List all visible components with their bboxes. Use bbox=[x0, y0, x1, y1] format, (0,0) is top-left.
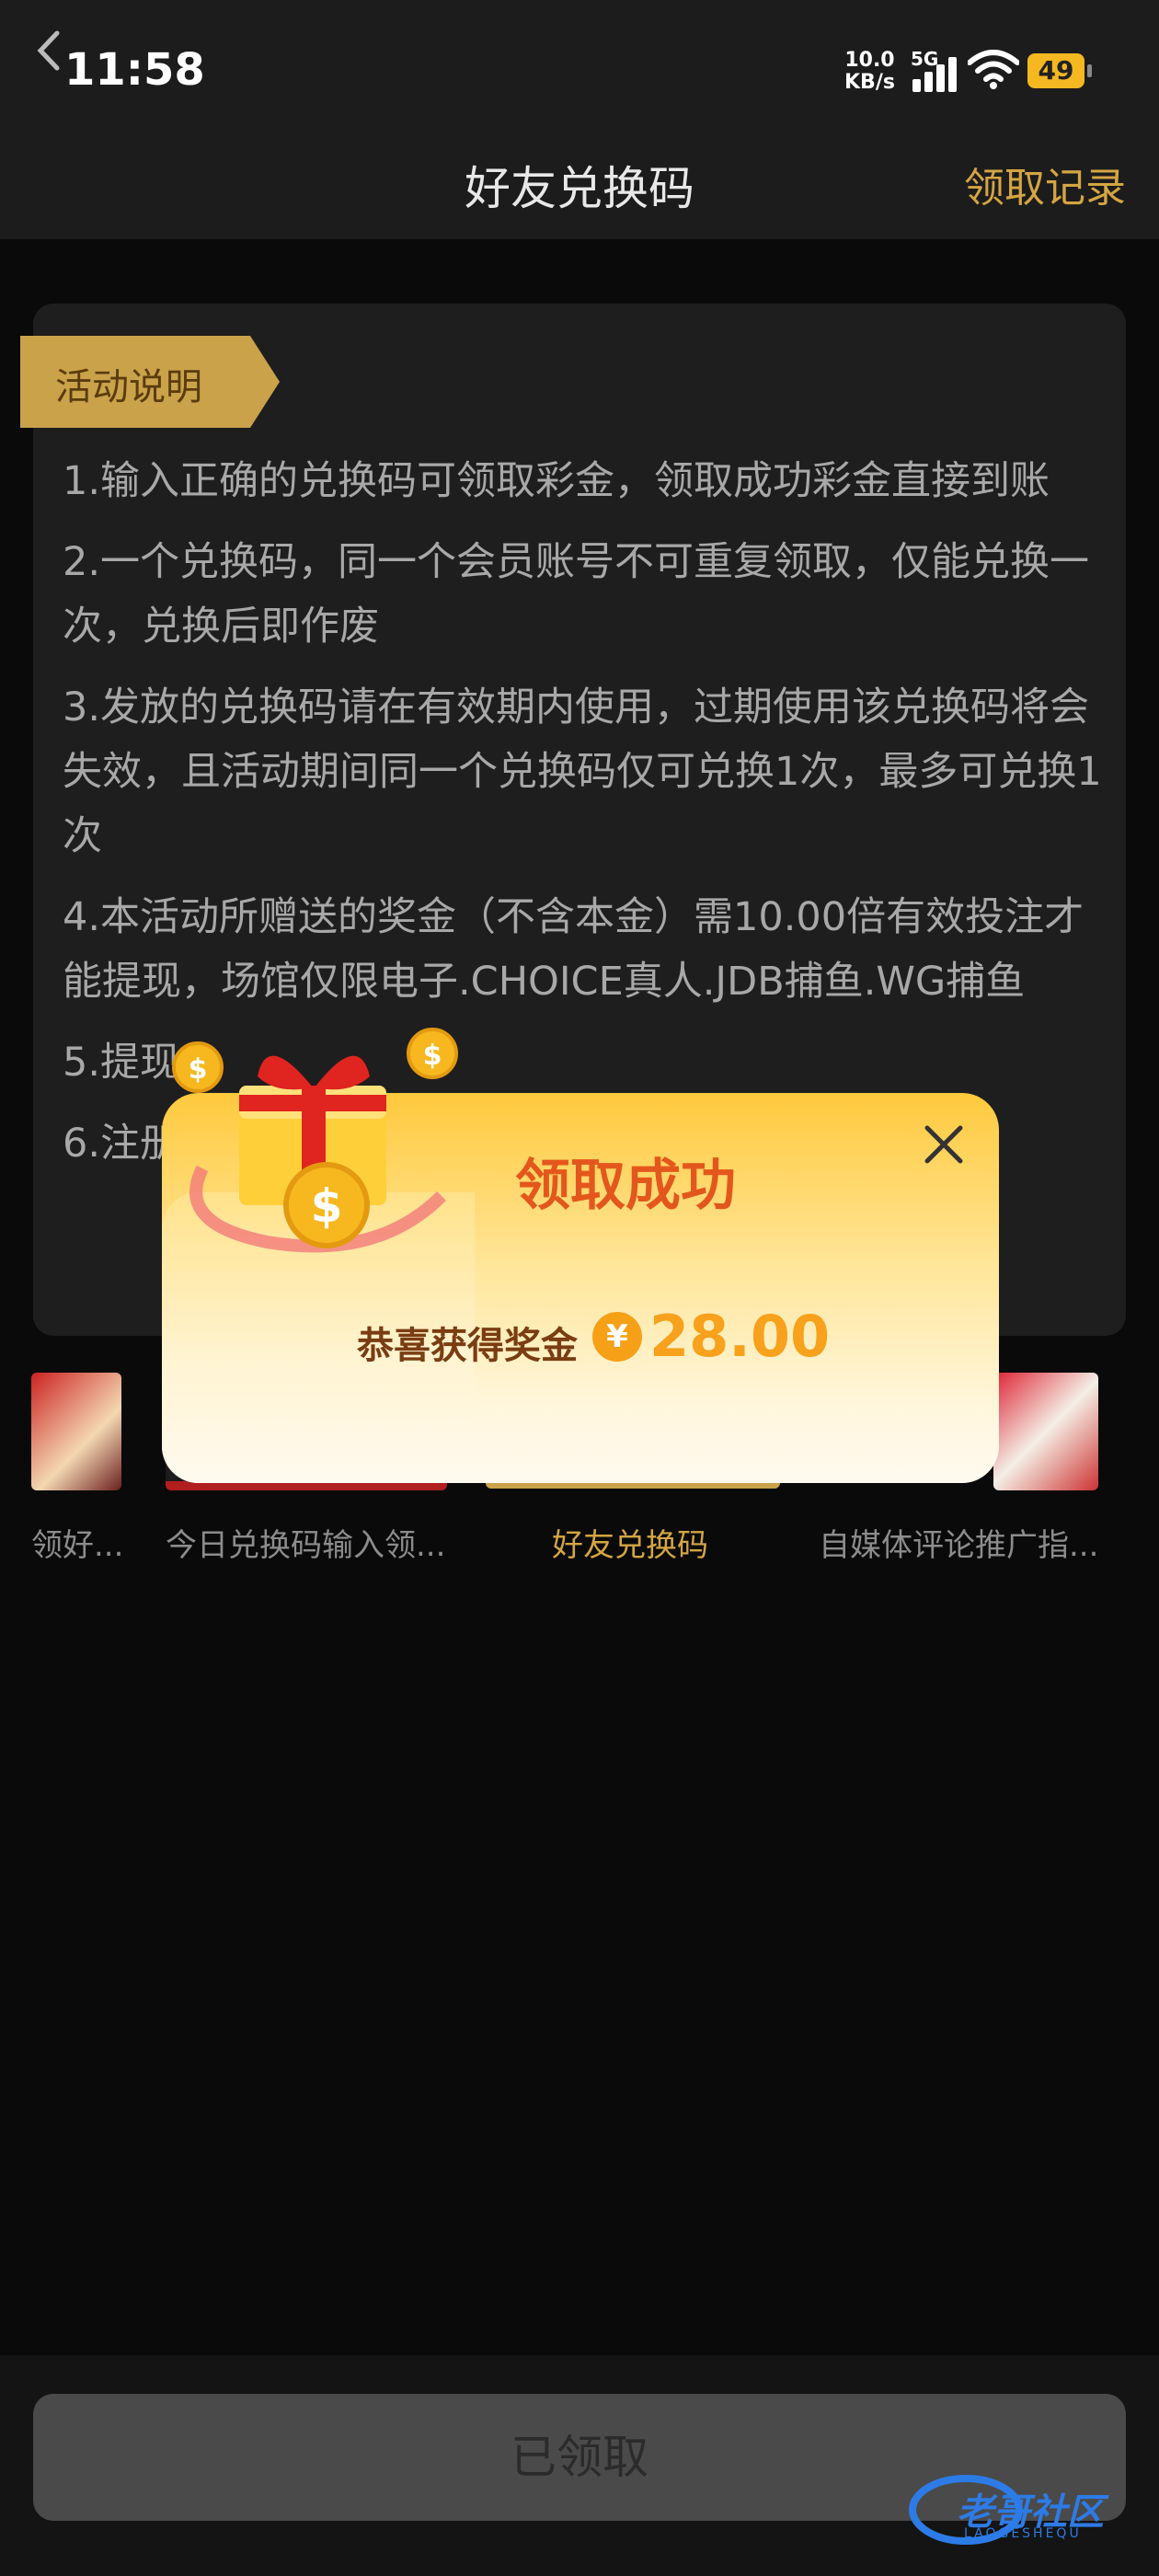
activity-tag-label: 活动说明 bbox=[55, 366, 202, 408]
battery-indicator: 49 bbox=[1027, 53, 1092, 88]
close-icon[interactable] bbox=[916, 1117, 971, 1172]
watermark-subtext: LAOGESHEQU bbox=[964, 2526, 1082, 2541]
tab-label-2[interactable]: 今日兑换码输入领... bbox=[166, 1520, 445, 1565]
svg-text:$: $ bbox=[423, 1040, 442, 1072]
status-time: 11:58 bbox=[64, 44, 205, 96]
modal-title: 领取成功 bbox=[515, 1154, 736, 1218]
claim-records-link[interactable]: 领取记录 bbox=[964, 138, 1126, 239]
yuan-coin-icon: ¥ bbox=[592, 1312, 642, 1362]
tab-label-4[interactable]: 自媒体评论推广指... bbox=[819, 1520, 1098, 1565]
net-speed: 10.0 KB/s bbox=[844, 50, 895, 94]
tab-label-3[interactable]: 好友兑换码 bbox=[552, 1520, 708, 1565]
net-speed-value: 10.0 bbox=[844, 49, 895, 72]
net-speed-unit: KB/s bbox=[844, 71, 895, 94]
signal-icon bbox=[912, 48, 958, 92]
svg-text:$: $ bbox=[311, 1179, 343, 1233]
tab-thumb-1[interactable] bbox=[31, 1373, 121, 1490]
tab-thumb-4[interactable] bbox=[993, 1373, 1098, 1490]
reward-amount: 28.00 bbox=[649, 1303, 831, 1370]
gift-box-icon: $ $ $ bbox=[172, 1028, 458, 1253]
rule-item: 3.发放的兑换码请在有效期内使用，过期使用该兑换码将会失效，且活动期间同一个兑换… bbox=[63, 684, 1102, 859]
chevron-left-icon[interactable] bbox=[28, 28, 74, 74]
rule-item: 2.一个兑换码，同一个会员账号不可重复领取，仅能兑换一次，兑换后即作废 bbox=[63, 539, 1090, 650]
svg-text:$: $ bbox=[189, 1053, 208, 1086]
rule-item: 4.本活动所赠送的奖金（不含本金）需10.00倍有效投注才能提现，场馆仅限电子.… bbox=[63, 894, 1084, 1005]
congrats-text: 恭喜获得奖金 bbox=[357, 1325, 578, 1367]
wifi-icon bbox=[968, 50, 1019, 89]
tab-label-1[interactable]: 领好... bbox=[31, 1520, 123, 1565]
rule-item: 1.输入正确的兑换码可领取彩金，领取成功彩金直接到账 bbox=[63, 458, 1050, 504]
